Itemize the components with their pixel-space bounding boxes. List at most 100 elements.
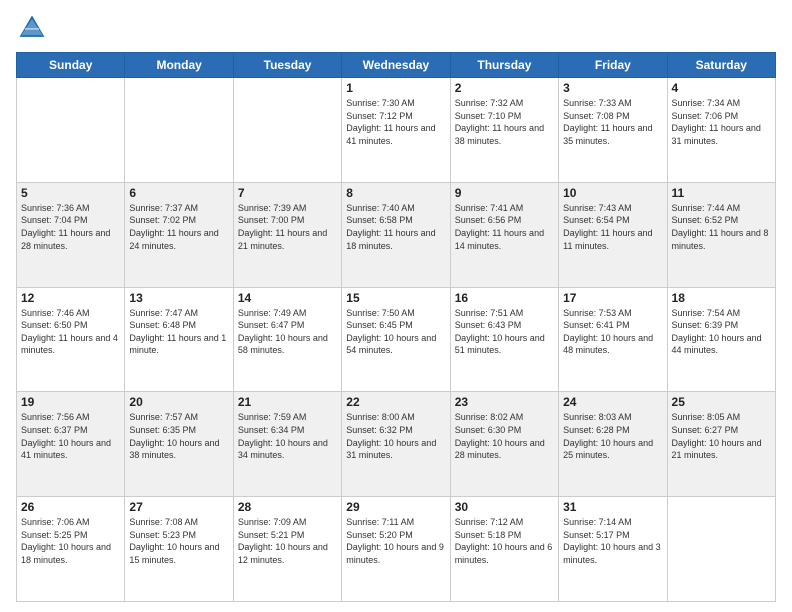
day-info: Sunrise: 7:37 AM Sunset: 7:02 PM Dayligh… xyxy=(129,202,228,252)
calendar-cell: 31 Sunrise: 7:14 AM Sunset: 5:17 PM Dayli… xyxy=(559,497,667,602)
calendar-cell: 1 Sunrise: 7:30 AM Sunset: 7:12 PM Daylig… xyxy=(342,78,450,183)
calendar-cell: 5 Sunrise: 7:36 AM Sunset: 7:04 PM Daylig… xyxy=(17,182,125,287)
weekday-header-saturday: Saturday xyxy=(667,53,775,78)
calendar-cell: 20 Sunrise: 7:57 AM Sunset: 6:35 PM Dayli… xyxy=(125,392,233,497)
calendar-cell: 24 Sunrise: 8:03 AM Sunset: 6:28 PM Dayli… xyxy=(559,392,667,497)
day-number: 25 xyxy=(672,395,771,409)
calendar-cell: 14 Sunrise: 7:49 AM Sunset: 6:47 PM Dayli… xyxy=(233,287,341,392)
calendar-cell xyxy=(17,78,125,183)
calendar-week-row-1: 1 Sunrise: 7:30 AM Sunset: 7:12 PM Daylig… xyxy=(17,78,776,183)
day-number: 26 xyxy=(21,500,120,514)
calendar-cell: 21Sunrise: 7:59 AM Sunset: 6:34 PM Dayli… xyxy=(233,392,341,497)
day-info: Sunrise: 7:59 AM Sunset: 6:34 PM Dayligh… xyxy=(238,411,337,461)
calendar-week-row-5: 26 Sunrise: 7:06 AM Sunset: 5:25 PM Dayli… xyxy=(17,497,776,602)
day-info: Sunrise: 7:06 AM Sunset: 5:25 PM Dayligh… xyxy=(21,516,120,566)
weekday-header-wednesday: Wednesday xyxy=(342,53,450,78)
day-number: 20 xyxy=(129,395,228,409)
day-info: Sunrise: 7:53 AM Sunset: 6:41 PM Dayligh… xyxy=(563,307,662,357)
calendar-cell: 2 Sunrise: 7:32 AM Sunset: 7:10 PM Daylig… xyxy=(450,78,558,183)
calendar-cell xyxy=(667,497,775,602)
day-number: 5 xyxy=(21,186,120,200)
day-number: 22 xyxy=(346,395,445,409)
day-info: Sunrise: 8:03 AM Sunset: 6:28 PM Dayligh… xyxy=(563,411,662,461)
day-number: 19 xyxy=(21,395,120,409)
day-info: Sunrise: 8:02 AM Sunset: 6:30 PM Dayligh… xyxy=(455,411,554,461)
day-info: Sunrise: 7:50 AM Sunset: 6:45 PM Dayligh… xyxy=(346,307,445,357)
calendar-cell: 3 Sunrise: 7:33 AM Sunset: 7:08 PM Daylig… xyxy=(559,78,667,183)
calendar-cell: 19 Sunrise: 7:56 AM Sunset: 6:37 PM Dayli… xyxy=(17,392,125,497)
calendar-cell: 28 Sunrise: 7:09 AM Sunset: 5:21 PM Dayli… xyxy=(233,497,341,602)
calendar-cell: 29 Sunrise: 7:11 AM Sunset: 5:20 PM Dayli… xyxy=(342,497,450,602)
day-number: 29 xyxy=(346,500,445,514)
day-info: Sunrise: 7:44 AM Sunset: 6:52 PM Dayligh… xyxy=(672,202,771,252)
calendar-cell: 22 Sunrise: 8:00 AM Sunset: 6:32 PM Dayli… xyxy=(342,392,450,497)
day-number: 15 xyxy=(346,291,445,305)
day-number: 2 xyxy=(455,81,554,95)
day-info: Sunrise: 7:49 AM Sunset: 6:47 PM Dayligh… xyxy=(238,307,337,357)
calendar-cell: 23 Sunrise: 8:02 AM Sunset: 6:30 PM Dayli… xyxy=(450,392,558,497)
day-number: 1 xyxy=(346,81,445,95)
weekday-header-monday: Monday xyxy=(125,53,233,78)
calendar-cell: 16 Sunrise: 7:51 AM Sunset: 6:43 PM Dayli… xyxy=(450,287,558,392)
day-number: 3 xyxy=(563,81,662,95)
calendar-cell xyxy=(125,78,233,183)
day-number: 31 xyxy=(563,500,662,514)
calendar-cell: 6 Sunrise: 7:37 AM Sunset: 7:02 PM Daylig… xyxy=(125,182,233,287)
calendar-cell: 8 Sunrise: 7:40 AM Sunset: 6:58 PM Daylig… xyxy=(342,182,450,287)
calendar-cell: 30 Sunrise: 7:12 AM Sunset: 5:18 PM Dayli… xyxy=(450,497,558,602)
day-info: Sunrise: 8:00 AM Sunset: 6:32 PM Dayligh… xyxy=(346,411,445,461)
day-number: 14 xyxy=(238,291,337,305)
calendar-cell: 15 Sunrise: 7:50 AM Sunset: 6:45 PM Dayli… xyxy=(342,287,450,392)
calendar-cell: 9 Sunrise: 7:41 AM Sunset: 6:56 PM Daylig… xyxy=(450,182,558,287)
day-number: 30 xyxy=(455,500,554,514)
day-info: Sunrise: 7:39 AM Sunset: 7:00 PM Dayligh… xyxy=(238,202,337,252)
day-info: Sunrise: 7:33 AM Sunset: 7:08 PM Dayligh… xyxy=(563,97,662,147)
weekday-header-tuesday: Tuesday xyxy=(233,53,341,78)
day-info: Sunrise: 7:34 AM Sunset: 7:06 PM Dayligh… xyxy=(672,97,771,147)
day-number: 6 xyxy=(129,186,228,200)
day-info: Sunrise: 7:12 AM Sunset: 5:18 PM Dayligh… xyxy=(455,516,554,566)
day-info: Sunrise: 7:14 AM Sunset: 5:17 PM Dayligh… xyxy=(563,516,662,566)
day-number: 7 xyxy=(238,186,337,200)
day-info: Sunrise: 7:51 AM Sunset: 6:43 PM Dayligh… xyxy=(455,307,554,357)
day-info: Sunrise: 7:56 AM Sunset: 6:37 PM Dayligh… xyxy=(21,411,120,461)
page: SundayMondayTuesdayWednesdayThursdayFrid… xyxy=(0,0,792,612)
day-info: Sunrise: 7:40 AM Sunset: 6:58 PM Dayligh… xyxy=(346,202,445,252)
day-number: 9 xyxy=(455,186,554,200)
calendar-cell xyxy=(233,78,341,183)
day-info: Sunrise: 7:08 AM Sunset: 5:23 PM Dayligh… xyxy=(129,516,228,566)
day-info: Sunrise: 7:30 AM Sunset: 7:12 PM Dayligh… xyxy=(346,97,445,147)
logo xyxy=(16,12,52,44)
day-info: Sunrise: 7:11 AM Sunset: 5:20 PM Dayligh… xyxy=(346,516,445,566)
weekday-header-friday: Friday xyxy=(559,53,667,78)
day-number: 28 xyxy=(238,500,337,514)
day-number: 8 xyxy=(346,186,445,200)
logo-icon xyxy=(16,12,48,44)
calendar-week-row-2: 5 Sunrise: 7:36 AM Sunset: 7:04 PM Daylig… xyxy=(17,182,776,287)
calendar-table: SundayMondayTuesdayWednesdayThursdayFrid… xyxy=(16,52,776,602)
day-number: 23 xyxy=(455,395,554,409)
calendar-cell: 7 Sunrise: 7:39 AM Sunset: 7:00 PM Daylig… xyxy=(233,182,341,287)
day-info: Sunrise: 7:36 AM Sunset: 7:04 PM Dayligh… xyxy=(21,202,120,252)
day-number: 16 xyxy=(455,291,554,305)
day-number: 24 xyxy=(563,395,662,409)
calendar-cell: 26 Sunrise: 7:06 AM Sunset: 5:25 PM Dayli… xyxy=(17,497,125,602)
day-info: Sunrise: 7:47 AM Sunset: 6:48 PM Dayligh… xyxy=(129,307,228,357)
weekday-header-sunday: Sunday xyxy=(17,53,125,78)
day-info: Sunrise: 8:05 AM Sunset: 6:27 PM Dayligh… xyxy=(672,411,771,461)
day-info: Sunrise: 7:09 AM Sunset: 5:21 PM Dayligh… xyxy=(238,516,337,566)
calendar-week-row-4: 19 Sunrise: 7:56 AM Sunset: 6:37 PM Dayli… xyxy=(17,392,776,497)
day-number: 18 xyxy=(672,291,771,305)
calendar-cell: 10 Sunrise: 7:43 AM Sunset: 6:54 PM Dayli… xyxy=(559,182,667,287)
calendar-cell: 13Sunrise: 7:47 AM Sunset: 6:48 PM Dayli… xyxy=(125,287,233,392)
calendar-cell: 17Sunrise: 7:53 AM Sunset: 6:41 PM Dayli… xyxy=(559,287,667,392)
calendar-cell: 4 Sunrise: 7:34 AM Sunset: 7:06 PM Daylig… xyxy=(667,78,775,183)
day-info: Sunrise: 7:57 AM Sunset: 6:35 PM Dayligh… xyxy=(129,411,228,461)
day-info: Sunrise: 7:41 AM Sunset: 6:56 PM Dayligh… xyxy=(455,202,554,252)
day-info: Sunrise: 7:43 AM Sunset: 6:54 PM Dayligh… xyxy=(563,202,662,252)
weekday-header-row: SundayMondayTuesdayWednesdayThursdayFrid… xyxy=(17,53,776,78)
calendar-week-row-3: 12Sunrise: 7:46 AM Sunset: 6:50 PM Dayli… xyxy=(17,287,776,392)
day-info: Sunrise: 7:32 AM Sunset: 7:10 PM Dayligh… xyxy=(455,97,554,147)
day-number: 4 xyxy=(672,81,771,95)
day-number: 10 xyxy=(563,186,662,200)
